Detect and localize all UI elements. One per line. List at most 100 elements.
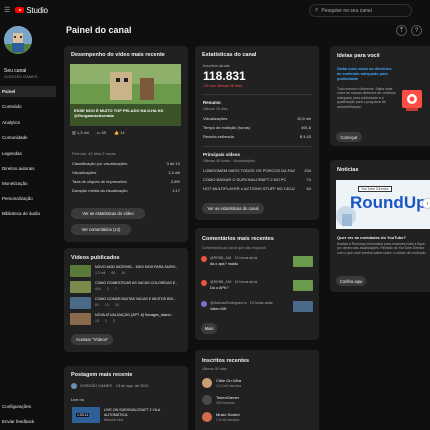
menu-icon[interactable]: ☰	[4, 6, 10, 14]
ideas-card: Ideias para você Saiba mais sobre as dir…	[330, 46, 430, 146]
comment-meta: @REBB_ANI 14 horas atrás	[210, 280, 257, 284]
sidebar-item-comunidade[interactable]: Comunidade	[0, 132, 56, 143]
divider	[203, 146, 311, 147]
sidebar-item-label: Conteúdo	[2, 104, 22, 109]
news-check-button[interactable]: Confira aqui	[336, 276, 366, 286]
sidebar-item-feedback[interactable]: Enviar feedback	[0, 416, 56, 427]
list-item[interactable]: COMO DOMAR MUITAS VACAS E MUITOS BOI... …	[70, 297, 184, 311]
post-video-thumbnail[interactable]: 1:53:11	[72, 407, 100, 423]
subscriber-item[interactable]: Clibe On Ultra 12,4 mil inscritos	[202, 378, 314, 390]
top-bar: ☰ Studio ⌕ Pesquise no seu canal	[0, 0, 430, 20]
comment-item[interactable]: @DamiaoRodrigues-m 13 horas atrás Valeu M…	[201, 301, 313, 319]
studio-app: { "app":{"logo_text":"Studio"}, "search"…	[0, 0, 430, 430]
search-input[interactable]: ⌕ Pesquise no seu canal	[309, 4, 412, 17]
comment-item[interactable]: @REBB_ANI 13 horas atrás da o apk? maldo	[201, 256, 313, 274]
subscriber-count: 118.831	[203, 69, 246, 83]
upload-icon[interactable]: ⤒	[396, 25, 407, 36]
sidebar-item-monetizacao[interactable]: Monetização	[0, 178, 56, 189]
post-video-channel: Marcelo Mer	[104, 418, 124, 422]
metric-value: 491,6	[300, 125, 311, 130]
studio-logo-text: Studio	[26, 5, 48, 15]
commenter-avatar	[201, 256, 207, 262]
post-meta: GORGÃO GAMES 13 de ago. de 2022	[80, 384, 149, 388]
subscriber-item[interactable]: TotemGamer 115 inscritos	[202, 395, 314, 407]
comment-text: Da o APK?	[210, 286, 229, 290]
list-item[interactable]: NOVA ATUALIZAÇÃO [APT. 8] Savages_Island…	[70, 313, 184, 327]
go-to-videos-button[interactable]: Acessar "Vídeos"	[71, 334, 113, 345]
ideas-start-button[interactable]: Começar	[336, 132, 362, 142]
views-count: 404	[95, 287, 101, 291]
summary-title: Resumo	[203, 100, 221, 105]
metric-label: Classificação por visualizações	[72, 161, 128, 166]
likes-count: 7	[114, 287, 117, 291]
channel-analytics-title: Estatísticas do canal	[202, 52, 257, 58]
latest-comments-title: Comentários mais recentes	[202, 236, 274, 242]
subscriber-count: 1,5 mil inscritos	[216, 418, 240, 422]
comments-count: 65	[101, 130, 107, 135]
help-icon[interactable]: ?	[411, 25, 422, 36]
subscribers-label: Inscritos atuais	[203, 63, 230, 68]
metric-row: Taxa de cliques de impressões 2,6%	[72, 179, 180, 184]
news-banner[interactable]: YouTube Director RoundUp ›	[336, 180, 430, 229]
video-thumbnail	[70, 313, 91, 325]
sidebar-item-direitos[interactable]: Direitos autorais	[0, 163, 56, 174]
video-title: NOVO MOD INCRIVEL - KIKS MOD PARA SURVI.…	[95, 265, 179, 269]
metric-value: 1,3 mil	[168, 170, 180, 175]
top-video-row[interactable]: LOBISOMEM MATO TODOS OS PORCOS DA FAZEN.…	[203, 168, 311, 173]
sidebar-item-label: Legendas	[2, 151, 22, 156]
video-analytics-button[interactable]: Ver as estatísticas do vídeo	[71, 208, 145, 219]
top-videos-period: Últimas 48 horas · Visualizações	[203, 159, 256, 163]
comment-time: 13 horas atrás	[234, 256, 258, 260]
video-duration: 1:53:11	[76, 413, 90, 417]
period-label: Período: 42 dias 2 horas	[72, 151, 116, 156]
sidebar-item-conteudo[interactable]: Conteúdo	[0, 101, 56, 112]
top-video-row[interactable]: COMO BAIXAR O SURVIVALCRAFT 2 NO PC 74	[203, 177, 311, 182]
metric-row: Visualizações 1,3 mil	[72, 170, 180, 175]
commenter-avatar	[201, 301, 207, 307]
news-card: Notícias YouTube Director RoundUp › Quer…	[330, 160, 430, 292]
thumbnail-caption: ESSE NOO É MUITO TOP PELADO NA ILHA KK @…	[74, 108, 164, 118]
views-count: 1,3 mil	[95, 271, 106, 275]
sidebar-item-legendas[interactable]: Legendas	[0, 148, 56, 159]
video-thumbnail	[70, 281, 91, 293]
comment-author: @REBB_ANI	[210, 280, 232, 284]
video-comments-button[interactable]: Ver comentários (12)	[71, 224, 131, 235]
metric-label: Taxa de cliques de impressões	[72, 179, 127, 184]
video-thumbnail	[70, 265, 91, 277]
subscriber-count: 115 inscritos	[216, 401, 235, 405]
top-video-title: HOT MULTIPLAYER n ACTIONS STUFF NO CELUL…	[203, 186, 295, 191]
views-count: 13	[95, 319, 99, 323]
like-icon: 👍 14	[114, 130, 125, 135]
more-comments-button[interactable]: Mais	[201, 323, 217, 334]
top-video-row[interactable]: HOT MULTIPLAYER n ACTIONS STUFF NO CELUL…	[203, 186, 311, 191]
list-item[interactable]: COMO DOMESTICAR AS VACAS COLORIDAS E... …	[70, 281, 184, 295]
comments-count: 1	[104, 319, 107, 323]
recent-subscribers-period: Últimos 90 dias	[202, 367, 227, 371]
sidebar-item-label: Enviar feedback	[2, 419, 35, 424]
comment-item[interactable]: @REBB_ANI 14 horas atrás Da o APK?	[201, 280, 313, 298]
channel-avatar[interactable]	[4, 26, 32, 54]
subscriber-item[interactable]: Music Scatch 1,5 mil inscritos	[202, 412, 314, 424]
studio-logo[interactable]: ☰ Studio	[4, 6, 48, 15]
ideas-headline[interactable]: Saiba mais sobre as diretrizes de conteú…	[337, 67, 395, 81]
list-item[interactable]: NOVO MOD INCRIVEL - KIKS MOD PARA SURVI.…	[70, 265, 184, 279]
post-video-title: LIVE ON SURVIVALCRAFT 2 VILA AUTOMÁTICA	[104, 408, 161, 417]
comment-author: @DamiaoRodrigues-m	[210, 301, 247, 305]
metric-label: Visualizações	[72, 170, 97, 175]
sidebar-item-biblioteca[interactable]: Biblioteca de áudio	[0, 208, 56, 219]
sidebar-item-painel[interactable]: Painel	[0, 86, 56, 97]
top-video-title: COMO BAIXAR O SURVIVALCRAFT 2 NO PC	[203, 177, 287, 182]
latest-video-thumbnail[interactable]: ESSE NOO É MUITO TOP PELADO NA ILHA KK @…	[70, 64, 181, 126]
next-slide-icon[interactable]: ›	[422, 198, 430, 209]
sidebar-item-personalizacao[interactable]: Personalização	[0, 193, 56, 204]
metric-label: Duração média da visualização	[72, 188, 128, 193]
sidebar: Seu canal GORGÃO GAMES Painel Conteúdo A…	[0, 20, 56, 430]
channel-analytics-button[interactable]: Ver as estatísticas do canal	[202, 203, 264, 214]
published-videos-card: Vídeos publicados NOVO MOD INCRIVEL - KI…	[64, 248, 188, 352]
metric-value: 3 de 10	[166, 161, 180, 166]
subscriber-delta: -15 nos últimos 28 dias	[203, 84, 243, 88]
metric-label: Tempo de exibição (horas)	[203, 125, 251, 130]
news-banner-text: RoundUp	[350, 193, 427, 212]
sidebar-item-analytics[interactable]: Analytics	[0, 117, 56, 128]
sidebar-item-configuracoes[interactable]: Configurações	[0, 401, 56, 412]
